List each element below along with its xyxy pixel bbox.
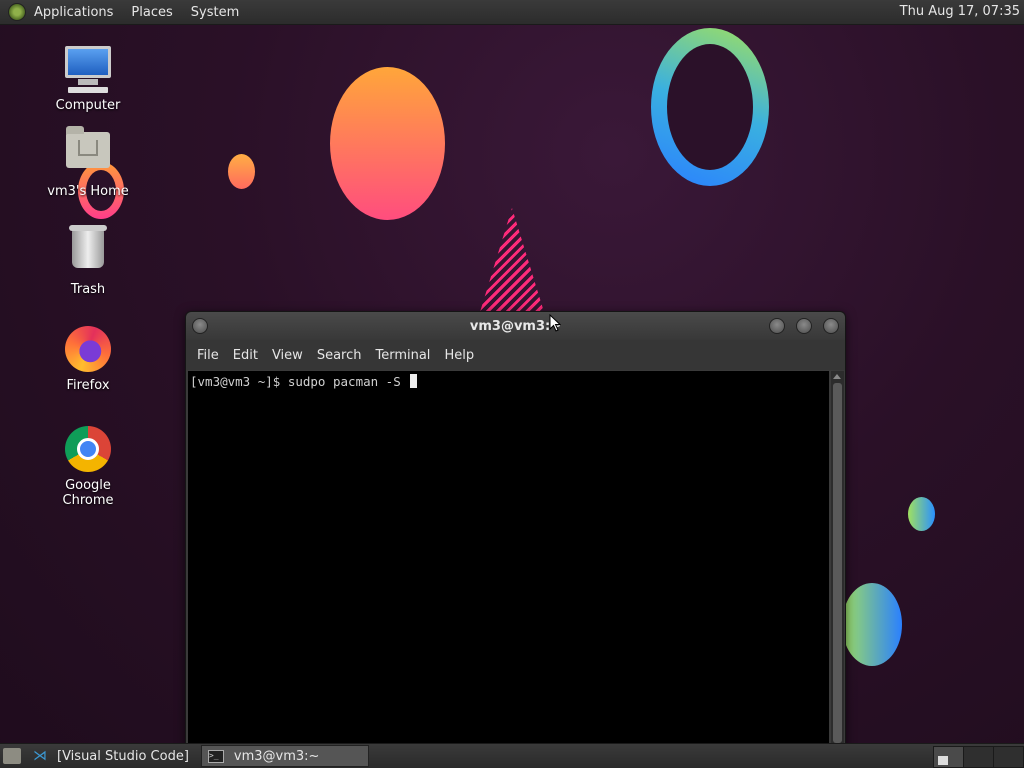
taskbar-item-label: [Visual Studio Code]	[57, 748, 189, 764]
taskbar-item-label: vm3@vm3:~	[233, 748, 320, 764]
vscode-icon: ⋊	[33, 748, 47, 764]
show-desktop-icon[interactable]	[3, 748, 21, 764]
scroll-up-arrow-icon[interactable]	[833, 374, 841, 379]
desktop-icon-trash[interactable]: Trash	[38, 225, 138, 297]
workspace-3[interactable]	[993, 746, 1024, 768]
mouse-pointer-icon	[549, 313, 562, 336]
terminal-scrollbar[interactable]	[831, 371, 844, 746]
wallpaper-green-blue-blob	[842, 583, 902, 666]
terminal-menubar: File Edit View Search Terminal Help	[186, 340, 845, 370]
desktop-icon-computer[interactable]: Computer	[38, 46, 138, 113]
desktop-icon-chrome[interactable]: Google Chrome	[38, 426, 138, 508]
desktop-icon-home[interactable]: vm3's Home	[38, 126, 138, 199]
places-menu[interactable]: Places	[129, 3, 174, 22]
firefox-icon	[64, 326, 112, 374]
close-button[interactable]	[823, 318, 839, 334]
desktop-icon-label: vm3's Home	[47, 184, 129, 199]
wallpaper-green-blue-ring	[651, 28, 769, 186]
maximize-button[interactable]	[796, 318, 812, 334]
minimize-button[interactable]	[769, 318, 785, 334]
terminal-text: [vm3@vm3 ~]$ sudpo pacman -S	[190, 374, 409, 389]
wallpaper-orange-blob	[330, 67, 445, 220]
window-title: vm3@vm3:~	[469, 319, 562, 334]
menu-terminal[interactable]: Terminal	[368, 348, 437, 363]
wallpaper-small-orange-blob	[228, 154, 255, 189]
desktop-icon-label: Trash	[70, 282, 106, 297]
chrome-icon	[64, 426, 112, 474]
desktop-icon-label: Firefox	[66, 378, 110, 393]
text-cursor	[410, 374, 418, 388]
applications-menu[interactable]: Applications	[32, 3, 115, 22]
system-menu[interactable]: System	[189, 3, 241, 22]
top-panel: Applications Places System Thu Aug 17, 0…	[0, 0, 1024, 25]
window-titlebar[interactable]: vm3@vm3:~	[186, 312, 845, 340]
menu-file[interactable]: File	[190, 348, 226, 363]
home-folder-icon	[64, 126, 112, 180]
menu-search[interactable]: Search	[310, 348, 369, 363]
menu-view[interactable]: View	[265, 348, 310, 363]
desktop-icon-label: Google Chrome	[62, 478, 114, 508]
wallpaper-small-green-blob	[908, 497, 935, 531]
menu-logo-icon[interactable]	[8, 3, 26, 21]
terminal-area[interactable]: [vm3@vm3 ~]$ sudpo pacman -S	[188, 371, 829, 746]
menu-edit[interactable]: Edit	[226, 348, 265, 363]
workspace-1[interactable]	[933, 746, 964, 768]
scrollbar-thumb[interactable]	[833, 383, 842, 743]
trash-icon	[64, 225, 112, 278]
terminal-icon: >_	[207, 749, 224, 763]
clock[interactable]: Thu Aug 17, 07:35	[900, 4, 1020, 19]
menu-help[interactable]: Help	[437, 348, 481, 363]
taskbar-item-terminal[interactable]: >_ vm3@vm3:~	[200, 745, 369, 767]
taskbar-item-vscode[interactable]: ⋊ [Visual Studio Code]	[27, 745, 197, 767]
terminal-prompt-line: [vm3@vm3 ~]$ sudpo pacman -S	[190, 374, 418, 389]
computer-icon	[64, 46, 112, 94]
desktop-icon-label: Computer	[55, 98, 121, 113]
workspace-2[interactable]	[963, 746, 994, 768]
bottom-panel: ⋊ [Visual Studio Code] >_ vm3@vm3:~	[0, 743, 1024, 768]
wallpaper-pink-striped-triangle	[480, 208, 544, 312]
terminal-window[interactable]: vm3@vm3:~ File Edit View Search Terminal…	[185, 311, 846, 747]
desktop-icon-firefox[interactable]: Firefox	[38, 326, 138, 393]
